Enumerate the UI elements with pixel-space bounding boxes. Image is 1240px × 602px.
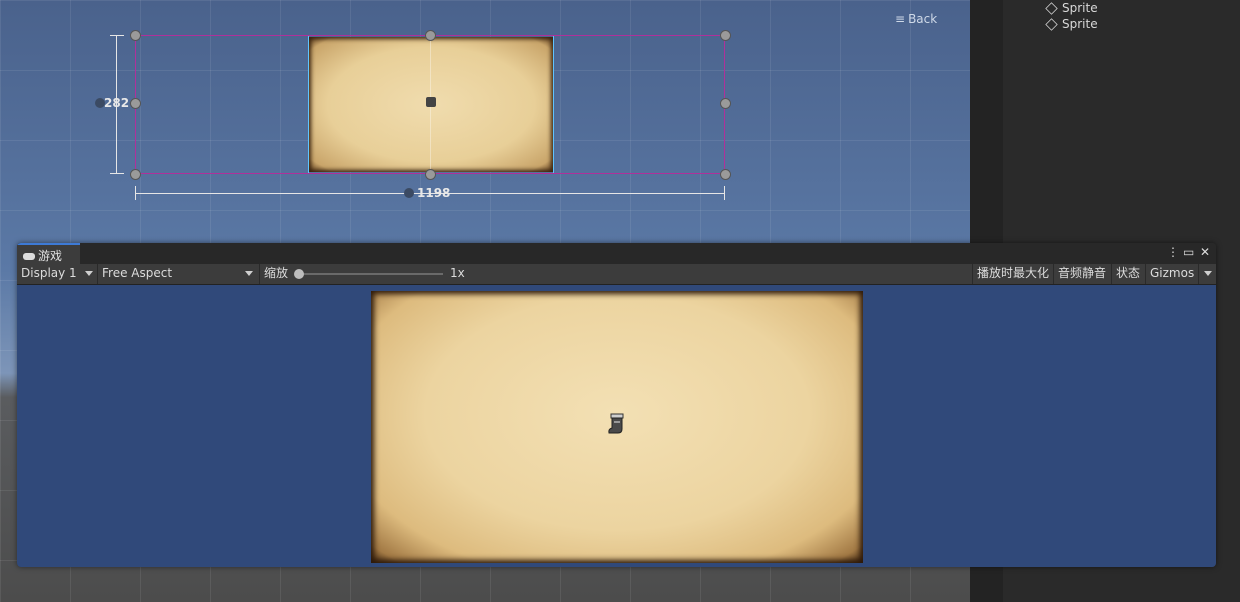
width-dim-label: 1198 (417, 186, 451, 200)
hierarchy-item[interactable]: Sprite (1045, 17, 1098, 31)
menu-lines-icon: ≡ (895, 12, 906, 26)
resize-handle-r[interactable] (720, 98, 731, 109)
hierarchy-item[interactable]: Sprite (1045, 1, 1098, 15)
resize-handle-t[interactable] (425, 30, 436, 41)
chevron-down-icon (1204, 271, 1212, 276)
aspect-dropdown[interactable]: Free Aspect (97, 264, 257, 284)
gamepad-icon (23, 253, 35, 260)
height-dim-cap-bottom (110, 173, 124, 174)
game-toolbar: Display 1 Free Aspect 缩放 1x 播放时最大化 音频静音 … (17, 264, 1216, 285)
game-tabbar: 游戏 ⋮ ▭ ✕ (17, 243, 1216, 264)
cube-icon (1045, 18, 1058, 31)
close-icon[interactable]: ✕ (1200, 245, 1210, 259)
height-dim-cap-top (110, 35, 124, 36)
scale-label: 缩放 (259, 264, 299, 284)
resize-handle-l[interactable] (130, 98, 141, 109)
width-dim-cap-left (135, 186, 136, 200)
anchor-line-left (308, 36, 309, 173)
scale-value: 1x (450, 266, 465, 280)
height-dim-label: 282 (104, 96, 130, 110)
gizmos-dropdown[interactable] (1198, 264, 1216, 284)
boot-icon (608, 413, 624, 434)
stats-toggle[interactable]: 状态 (1111, 264, 1145, 284)
anchor-line-right (553, 36, 554, 173)
display-dropdown[interactable]: Display 1 (17, 264, 97, 284)
back-button[interactable]: ≡ Back (895, 12, 937, 26)
width-dim-cap-right (724, 186, 725, 200)
width-dim-dot (404, 188, 414, 198)
maximize-icon[interactable]: ▭ (1183, 245, 1194, 259)
maximize-on-play-toggle[interactable]: 播放时最大化 (972, 264, 1053, 284)
game-window: 游戏 ⋮ ▭ ✕ Display 1 Free Aspect 缩放 1x 播放时… (17, 243, 1216, 567)
resize-handle-tl[interactable] (130, 30, 141, 41)
chevron-down-icon (245, 271, 253, 276)
resize-handle-bl[interactable] (130, 169, 141, 180)
tab-game[interactable]: 游戏 (17, 243, 80, 264)
gizmos-button[interactable]: Gizmos (1145, 264, 1198, 284)
boot-sprite-small[interactable] (426, 97, 436, 107)
resize-handle-b[interactable] (425, 169, 436, 180)
game-viewport[interactable] (17, 285, 1216, 567)
cube-icon (1045, 2, 1058, 15)
scale-slider-track[interactable] (298, 273, 443, 275)
mute-audio-toggle[interactable]: 音频静音 (1053, 264, 1111, 284)
more-options-icon[interactable]: ⋮ (1167, 245, 1179, 259)
resize-handle-br[interactable] (720, 169, 731, 180)
chevron-down-icon (85, 271, 93, 276)
scale-slider-knob[interactable] (294, 269, 304, 279)
resize-handle-tr[interactable] (720, 30, 731, 41)
